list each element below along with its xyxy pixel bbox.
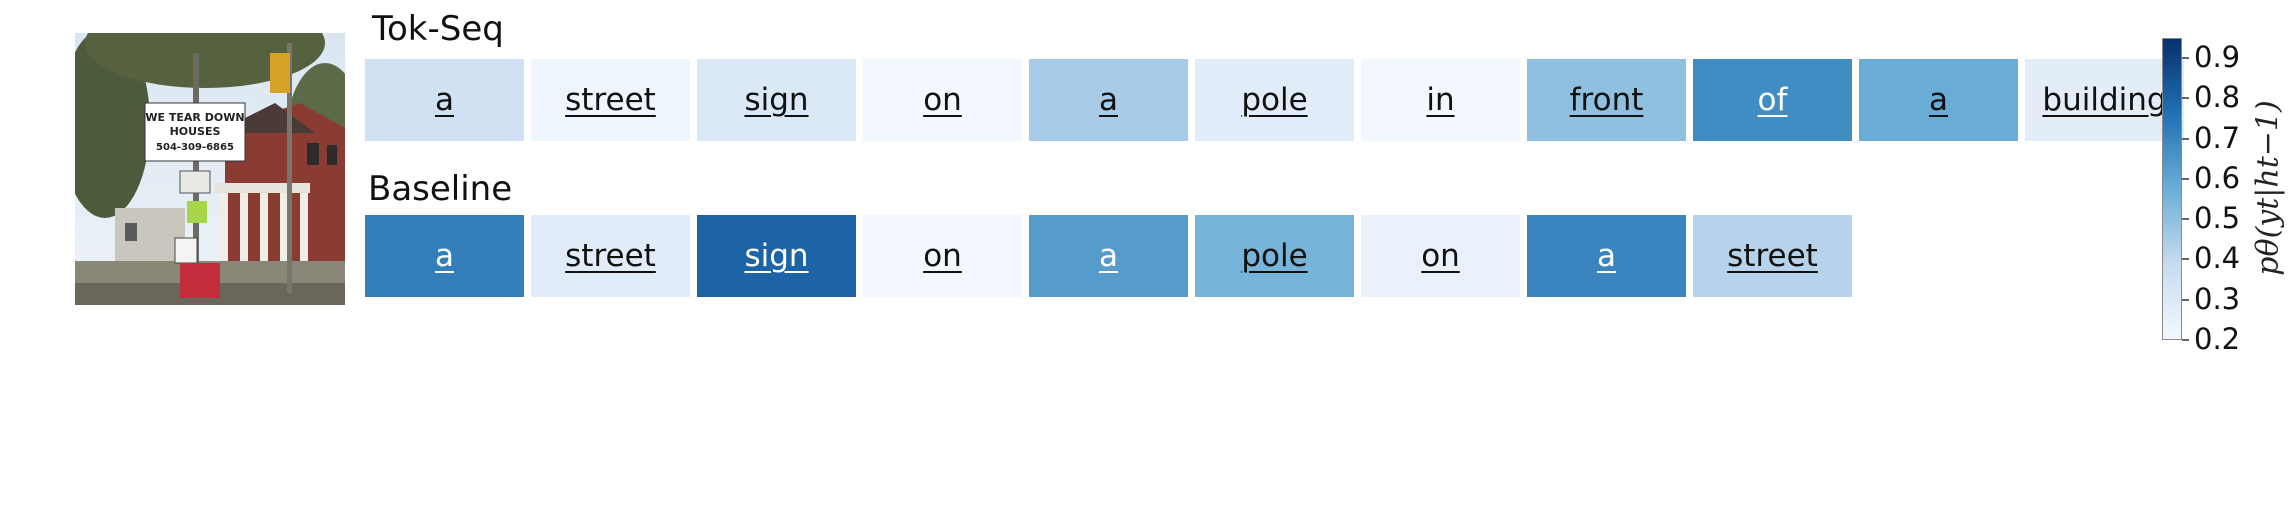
colorbar-tick-label: 0.5	[2194, 201, 2241, 236]
colorbar-tick	[2182, 137, 2189, 140]
token-cell: pole	[1195, 59, 1354, 141]
token-cell: on	[863, 59, 1022, 141]
token-cell: sign	[697, 215, 856, 297]
colorbar-tick	[2182, 339, 2189, 341]
token-cell: building	[2025, 59, 2184, 141]
token-cell: a	[1859, 59, 2018, 141]
colorbar-tick-label: 0.8	[2194, 80, 2241, 115]
colorbar	[2162, 38, 2182, 340]
colorbar-tick-label: 0.2	[2194, 322, 2241, 356]
colorbar-tick	[2182, 218, 2189, 221]
row-title-tokseq: Tok-Seq	[372, 9, 504, 49]
token-cell: a	[365, 215, 524, 297]
token-cell: on	[1361, 215, 1520, 297]
token-cell: in	[1361, 59, 1520, 141]
colorbar-tick	[2182, 298, 2189, 301]
row-title-baseline: Baseline	[368, 169, 513, 209]
token-cell: a	[1029, 59, 1188, 141]
token-cell: of	[1693, 59, 1852, 141]
token-cell: street	[531, 215, 690, 297]
colorbar-tick	[2182, 177, 2189, 180]
colorbar-tick	[2182, 97, 2189, 100]
token-cell: sign	[697, 59, 856, 141]
token-cell: a	[1029, 215, 1188, 297]
sign-line-1: WE TEAR DOWN	[145, 111, 244, 124]
street-photo: WE TEAR DOWN HOUSES 504-309-6865	[75, 33, 345, 305]
sign-line-2: HOUSES	[170, 125, 221, 138]
colorbar-tick-label: 0.7	[2194, 120, 2241, 155]
colorbar-tick-label: 0.6	[2194, 160, 2241, 195]
token-cell: street	[1693, 215, 1852, 297]
colorbar-tick-label: 0.4	[2194, 241, 2241, 276]
token-cell: street	[531, 59, 690, 141]
colorbar-tick-label: 0.3	[2194, 281, 2241, 316]
sign-line-3: 504-309-6865	[156, 142, 234, 153]
token-cell: a	[1527, 215, 1686, 297]
token-cell: on	[863, 215, 1022, 297]
colorbar-tick	[2182, 258, 2189, 261]
token-cell: front	[1527, 59, 1686, 141]
token-cell: a	[365, 59, 524, 141]
colorbar-tick-label: 0.9	[2194, 40, 2241, 75]
token-cell: pole	[1195, 215, 1354, 297]
colorbar-label: pθ(yt|ht−1)	[2250, 100, 2286, 276]
colorbar-tick	[2182, 57, 2189, 60]
